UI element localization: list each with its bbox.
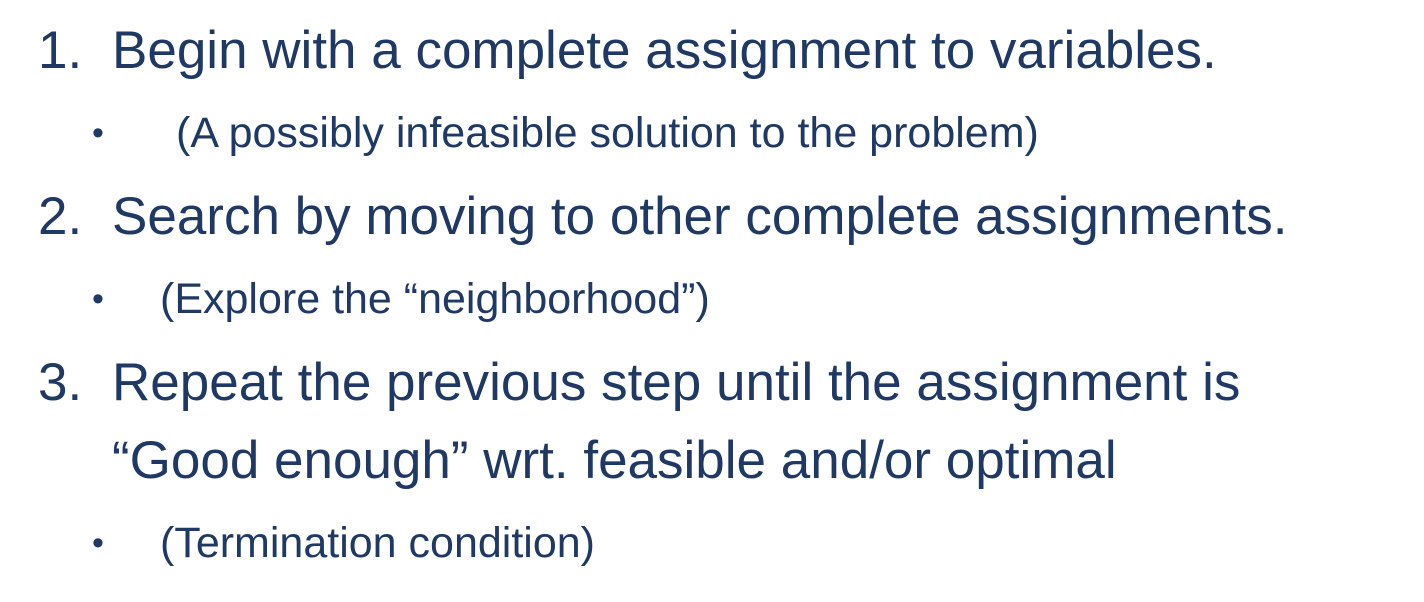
list-item-text-line2: “Good enough” wrt. feasible and/or optim… xyxy=(112,431,1117,490)
bullet-icon: • xyxy=(92,280,104,318)
list-item-text: Begin with a complete assignment to vari… xyxy=(112,21,1217,80)
sub-bullet-text: (Termination condition) xyxy=(160,519,595,567)
list-number: 3. xyxy=(38,353,83,412)
sub-bullet-text: (A possibly infeasible solution to the p… xyxy=(176,109,1039,157)
list-number: 2. xyxy=(38,187,83,246)
bullet-icon: • xyxy=(92,114,104,152)
list-item-text: Search by moving to other complete assig… xyxy=(112,187,1288,246)
list-number: 1. xyxy=(38,21,83,80)
list-item-text: Repeat the previous step until the assig… xyxy=(112,353,1241,412)
bullet-icon: • xyxy=(92,524,104,562)
sub-bullet-text: (Explore the “neighborhood”) xyxy=(160,275,710,323)
slide: 1. Begin with a complete assignment to v… xyxy=(0,0,1424,602)
